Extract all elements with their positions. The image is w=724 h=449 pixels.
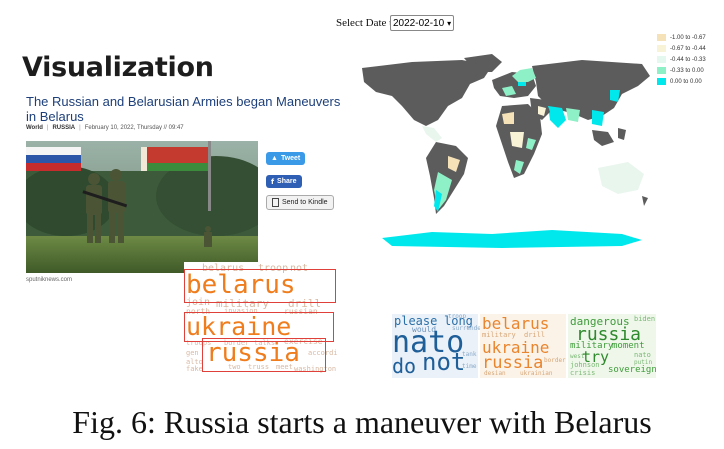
cloud-word: desian — [484, 370, 506, 377]
legend-label: -1.00 to -0.67 — [670, 34, 706, 41]
cloud-word: ukrainian — [520, 370, 553, 377]
cloud-word: west — [570, 353, 585, 360]
share-label: Share — [277, 178, 297, 185]
legend-swatch — [657, 34, 666, 41]
chevron-down-icon: ▾ — [447, 18, 452, 28]
map-north-america — [362, 60, 492, 126]
legend-entry[interactable]: -0.67 to -0.44 — [657, 43, 706, 54]
legend-label: 0.00 to 0.00 — [670, 78, 702, 85]
article-title[interactable]: The Russian and Belarusian Armies began … — [26, 94, 346, 124]
date-select-value: 2022-02-10 — [393, 17, 445, 29]
cloud-word: gen — [186, 349, 199, 357]
photo-credit: sputniknews.com — [26, 277, 73, 283]
word-cloud-left: belarus troop not belarus join military … — [184, 262, 338, 374]
date-select[interactable]: 2022-02-10 ▾ — [390, 15, 455, 31]
visualization-heading: Visualization — [22, 52, 214, 83]
article-category[interactable]: World — [26, 125, 43, 131]
twitter-bird-icon: ▲ — [271, 155, 278, 162]
cloud-word: crisis — [570, 369, 596, 377]
legend-entry[interactable]: 0.00 to 0.00 — [657, 76, 706, 87]
cloud-word: johnson — [570, 361, 600, 369]
legend-entry[interactable]: -0.44 to -0.33 — [657, 54, 706, 65]
cloud-word: border — [544, 357, 566, 364]
article-date: February 10, 2022, Thursday // 09:47 — [84, 125, 184, 131]
legend-swatch — [657, 45, 666, 52]
legend-entry[interactable]: -0.33 to 0.00 — [657, 65, 706, 76]
legend-swatch — [657, 67, 666, 74]
map-legend: -1.00 to -0.67 -0.67 to -0.44 -0.44 to -… — [657, 32, 706, 87]
article-photo — [26, 141, 258, 273]
map-australia — [598, 162, 644, 194]
cloud-word-do: do — [392, 354, 417, 378]
cloud-word-not: not — [422, 348, 466, 376]
cloud-word: moment — [612, 341, 645, 351]
article-meta: World | RUSSIA | February 10, 2022, Thursday… — [26, 125, 184, 131]
legend-label: -0.67 to -0.44 — [670, 45, 706, 52]
cloud-word: nato — [634, 351, 651, 359]
legend-label: -0.33 to 0.00 — [670, 67, 704, 74]
cloud-word: time — [462, 363, 477, 370]
cloud-green-panel: dangerous biden russia military moment t… — [568, 314, 656, 378]
cloud-word: troop — [448, 314, 467, 320]
cloud-word: tank — [462, 351, 477, 358]
legend-swatch — [657, 78, 666, 85]
cloud-orange-panel: belarus military drill ukraine russia bo… — [480, 314, 566, 378]
article-tag[interactable]: RUSSIA — [52, 125, 75, 131]
facebook-icon: f — [271, 177, 275, 186]
cloud-word: putin — [634, 359, 653, 366]
cloud-word: fake — [186, 365, 203, 373]
tweet-label: Tweet — [280, 155, 301, 162]
cloud-word: sovereign — [608, 365, 656, 375]
kindle-icon — [272, 198, 279, 207]
legend-swatch — [657, 56, 666, 63]
cloud-word: belarus — [482, 314, 550, 333]
legend-label: -0.44 to -0.33 — [670, 56, 706, 63]
word-cloud-right: please long would troop surrender nato d… — [392, 314, 656, 378]
cloud-blue-panel: please long would troop surrender nato d… — [392, 314, 485, 378]
figure-caption: Fig. 6: Russia starts a maneuver with Be… — [72, 404, 652, 440]
kindle-label: Send to Kindle — [282, 199, 328, 206]
legend-entry[interactable]: -1.00 to -0.67 — [657, 32, 706, 43]
highlight-box-russia — [202, 338, 326, 372]
map-antarctica — [382, 230, 642, 248]
cloud-word: biden — [634, 315, 656, 323]
highlight-box-belarus — [184, 269, 336, 303]
tweet-button[interactable]: ▲ Tweet — [266, 152, 306, 165]
facebook-share-button[interactable]: f Share — [266, 175, 302, 188]
send-to-kindle-button[interactable]: Send to Kindle — [266, 195, 334, 210]
world-sentiment-map[interactable] — [352, 50, 654, 250]
